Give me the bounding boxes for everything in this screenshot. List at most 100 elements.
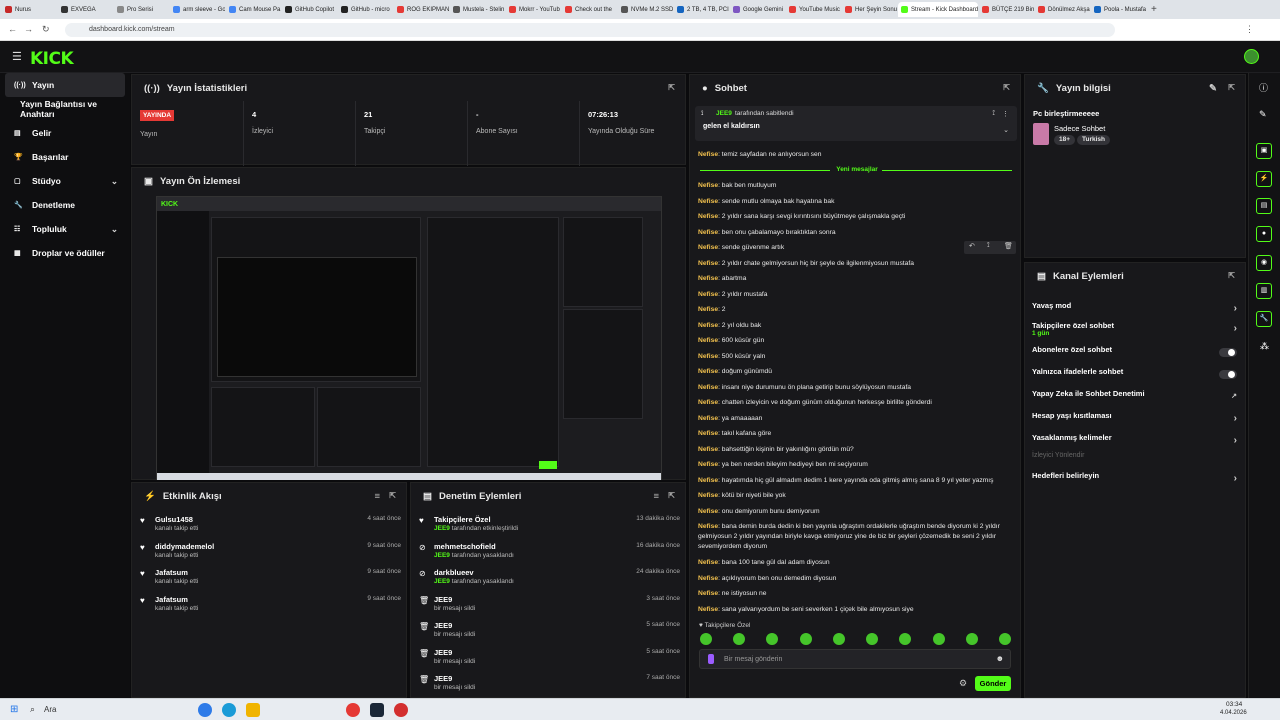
chat-message[interactable]: Nefise: doğum günümdü [698,367,1018,377]
chat-message[interactable]: Nefise: 2 [698,305,1018,315]
emote-icon[interactable] [933,633,945,645]
chat-username[interactable]: Nefise [698,337,718,344]
sidebar-item[interactable]: ▢ Stüdyo ⌄ [0,169,130,193]
filter-icon[interactable]: ≡ [653,491,659,502]
chat-message[interactable]: Nefise: sana yalvarıyordum be seni sever… [698,605,1018,615]
browser-tab[interactable]: Dönülmez Akşa [1035,2,1090,17]
chat-username[interactable]: Nefise [698,559,718,566]
chat-message[interactable]: Nefise: ne istiyosun ne [698,589,1018,599]
chat-username[interactable]: Nefise [698,446,718,453]
mod-action-name[interactable]: JEE9 [434,621,452,630]
avatar[interactable] [1244,49,1259,64]
chat-username[interactable]: Nefise [698,523,718,530]
delete-icon[interactable]: 🗑 [1004,242,1013,250]
chat-message[interactable]: Nefise: 2 yıldır chate gelmiyorsun hiç b… [698,259,1018,269]
browser-tab[interactable]: ROG EKIPMAN [394,2,449,17]
chat-username[interactable]: Nefise [698,384,718,391]
chat-message-input[interactable]: Bir mesaj gönderin ☻ [699,649,1011,669]
chat-username[interactable]: Nefise [698,399,718,406]
pin-message-icon[interactable]: ⟟ [987,242,990,250]
back-icon[interactable]: ← [8,24,17,34]
mod-action-name[interactable]: Takipçilere Özel [434,515,491,524]
quick-tool-button[interactable]: ⚡ [1256,171,1272,187]
quick-tool-button[interactable]: ▤ [1256,198,1272,214]
emote-icon[interactable] [833,633,845,645]
sidebar-item[interactable]: 🏆 Başarılar [0,145,130,169]
more-options-icon[interactable]: ⋮ [1002,110,1009,118]
mod-action-name[interactable]: JEE9 [434,595,452,604]
chat-message[interactable]: Nefise: abartma [698,274,1018,284]
browser-tab[interactable]: arm sleeve - Go [170,2,225,17]
emote-icon[interactable] [866,633,878,645]
chevron-right-icon[interactable]: › [1234,413,1237,424]
filter-icon[interactable]: ≡ [374,491,380,502]
chat-message[interactable]: Nefise: ya amaaaaan [698,414,1018,424]
chat-message[interactable]: Nefise: ben onu çabalamayo bıraktıktan s… [698,228,1018,238]
chevron-down-icon[interactable]: ⌄ [1003,126,1009,134]
emote-icon[interactable] [733,633,745,645]
sidebar-item[interactable]: ▦ Droplar ve ödüller [0,241,130,265]
browser-tab[interactable]: Nurus [2,2,57,17]
search-icon[interactable]: ⌕ [30,704,35,715]
browser-tab[interactable]: Google Gemini [730,2,785,17]
chat-message[interactable]: Nefise: bana demin burda dedin ki ben ya… [698,522,1018,552]
browser-tab[interactable]: Mokrr - YouTub [506,2,561,17]
browser-tab[interactable]: YouTube Music [786,2,841,17]
chevron-down-icon[interactable]: ⌄ [111,176,118,187]
activity-username[interactable]: Jafatsum [155,595,188,604]
sidebar-item[interactable]: ☷ Topluluk ⌄ [0,217,130,241]
chat-username[interactable]: Nefise [698,213,718,220]
chat-message[interactable]: Nefise: 2 yıldır sana karşı sevgi kırınt… [698,212,1018,222]
chat-username[interactable]: Nefise [698,322,718,329]
chat-username[interactable]: Nefise [698,182,718,189]
channel-action-row[interactable]: Hesap yaşı kısıtlaması › [1032,411,1237,431]
browser-tab[interactable]: Her Şeyin Sonu [842,2,897,17]
quick-tool-button[interactable]: ▥ [1256,283,1272,299]
activity-username[interactable]: Jafatsum [155,568,188,577]
browser-tab[interactable]: NVMe M.2 SSD [618,2,673,17]
url-input[interactable]: dashboard.kick.com/stream [65,23,1115,37]
chat-message[interactable]: Nefise: hayatımda hiç gül almadım dedim … [698,476,1018,486]
browser-tab[interactable]: EXVEGA [58,2,113,17]
edit-icon[interactable]: ✎ [1259,109,1267,120]
activity-username[interactable]: diddymademelol [155,542,214,551]
emote-icon[interactable] [766,633,778,645]
chat-username[interactable]: Nefise [698,260,718,267]
chat-username[interactable]: Nefise [698,492,718,499]
app-icon[interactable] [246,703,260,717]
chat-username[interactable]: Nefise [698,461,718,468]
chat-message[interactable]: Nefise: 2 yıl oldu bak [698,321,1018,331]
chat-settings-gear-icon[interactable]: ⚙ [959,678,967,689]
channel-action-row[interactable]: Abonelere özel sohbet [1032,345,1237,365]
chat-message[interactable]: Nefise: 2 yıldır mustafa [698,290,1018,300]
browser-tab[interactable]: Mustela - Stelin [450,2,505,17]
chat-message[interactable]: Nefise: bak ben mutluyum [698,181,1018,191]
new-tab-icon[interactable]: + [1151,4,1157,15]
start-icon[interactable]: ⊞ [10,704,18,715]
toggle-switch[interactable] [1219,370,1237,379]
popout-icon[interactable]: ⇱ [668,491,675,500]
app-icon[interactable] [222,703,236,717]
reply-icon[interactable]: ↶ [969,242,975,250]
chat-message[interactable]: Nefise: 600 küsür gün [698,336,1018,346]
sidebar-item[interactable]: ((·)) Yayın [5,73,125,97]
chat-username[interactable]: Nefise [698,477,718,484]
unpin-icon[interactable]: ⟟ [992,110,995,118]
chat-username[interactable]: Nefise [698,575,718,582]
moderator-name[interactable]: JEE9 [434,578,450,585]
emoji-picker-icon[interactable]: ☻ [996,654,1004,663]
edit-icon[interactable]: ✎ [1209,83,1217,94]
taskbar-search-label[interactable]: Ara [44,705,56,714]
chat-username[interactable]: Nefise [698,291,718,298]
app-icon[interactable] [370,703,384,717]
hamburger-menu-icon[interactable]: ☰ [12,50,22,63]
moderator-name[interactable]: JEE9 [434,525,450,532]
channel-action-row[interactable]: Yapay Zeka ile Sohbet Denetimi ↗ [1032,389,1237,409]
chat-username[interactable]: Nefise [698,244,718,251]
forward-icon[interactable]: → [24,24,33,34]
mod-action-name[interactable]: JEE9 [434,674,452,683]
emote-icon[interactable] [700,633,712,645]
apps-icon[interactable]: ⁂ [1260,341,1269,352]
chat-message[interactable]: Nefise: sende mutlu olmaya bak hayatına … [698,197,1018,207]
chevron-right-icon[interactable]: › [1234,435,1237,446]
